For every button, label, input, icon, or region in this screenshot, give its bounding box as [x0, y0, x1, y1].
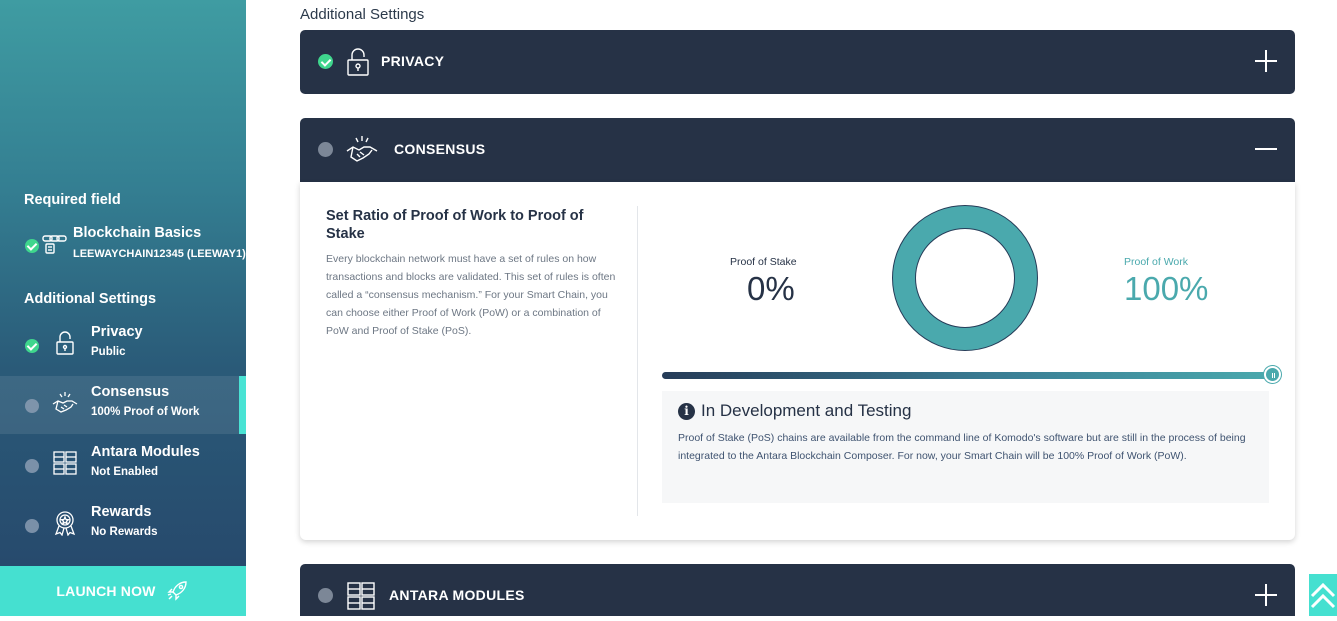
collapse-minus-icon[interactable]: [1255, 138, 1277, 160]
sidebar-item-title: Blockchain Basics: [73, 225, 202, 241]
proof-of-work-value: 100%: [1124, 270, 1209, 307]
info-box: i In Development and Testing Proof of St…: [662, 391, 1269, 503]
proof-of-stake-label: Proof of Stake: [730, 256, 797, 268]
pending-status-icon: [318, 142, 333, 157]
antara-modules-panel-header[interactable]: ANTARA MODULES: [300, 564, 1295, 616]
expand-plus-icon[interactable]: [1255, 50, 1277, 72]
expand-plus-icon[interactable]: [1255, 584, 1277, 606]
privacy-panel-header[interactable]: PRIVACY: [300, 30, 1295, 94]
info-icon: i: [678, 402, 695, 420]
padlock-icon: [52, 330, 78, 356]
page-title: Additional Settings: [300, 6, 425, 23]
consensus-panel-body: Set Ratio of Proof of Work to Proof of S…: [300, 182, 1295, 540]
ratio-slider-handle[interactable]: [1264, 366, 1281, 383]
padlock-icon: [342, 46, 374, 78]
consensus-panel-header[interactable]: CONSENSUS: [300, 118, 1295, 182]
pending-status-icon: [25, 519, 39, 533]
ratio-slider-track[interactable]: [662, 372, 1272, 379]
info-title: In Development and Testing: [701, 401, 912, 420]
pending-status-icon: [25, 459, 39, 473]
award-badge-icon: [52, 510, 78, 537]
proof-of-stake-value: 0%: [747, 270, 795, 307]
vertical-divider: [637, 206, 638, 516]
sidebar-item-subtitle: 100% Proof of Work: [91, 406, 200, 418]
handshake-icon: [52, 390, 78, 416]
ratio-donut-chart: [892, 205, 1038, 351]
antara-modules-panel-label: ANTARA MODULES: [389, 587, 525, 603]
rocket-icon: [166, 578, 190, 605]
double-chevron-up-icon: [1310, 582, 1336, 609]
sidebar-item-subtitle: No Rewards: [91, 526, 158, 538]
launch-now-button[interactable]: LAUNCH NOW: [0, 566, 246, 616]
info-text: Proof of Stake (PoS) chains are availabl…: [678, 432, 1246, 462]
sidebar-item-antara-modules[interactable]: Antara Modules Not Enabled: [0, 436, 246, 494]
modules-cubes-icon: [345, 580, 377, 612]
sidebar-item-subtitle: Not Enabled: [91, 466, 159, 478]
sidebar: Required field Blockchain Basics LEEWAYC…: [0, 0, 246, 616]
sidebar-item-subtitle: Public: [91, 346, 126, 358]
sidebar-item-blockchain-basics[interactable]: Blockchain Basics LEEWAYCHAIN12345 (LEEW…: [0, 218, 246, 276]
donut-pow-ring: [893, 206, 1037, 350]
sidebar-item-rewards[interactable]: Rewards No Rewards: [0, 496, 246, 554]
launch-now-label: LAUNCH NOW: [56, 583, 156, 599]
sidebar-item-title: Antara Modules: [91, 444, 200, 460]
consensus-panel-label: CONSENSUS: [394, 141, 486, 157]
sidebar-item-title: Consensus: [91, 384, 170, 400]
sidebar-item-consensus[interactable]: Consensus 100% Proof of Work: [0, 376, 246, 434]
proof-of-work-label: Proof of Work: [1124, 256, 1188, 268]
sidebar-item-title: Privacy: [91, 324, 143, 340]
handshake-icon: [346, 134, 378, 166]
sidebar-item-title: Rewards: [91, 504, 152, 520]
consensus-section-heading: Set Ratio of Proof of Work to Proof of S…: [326, 208, 584, 242]
required-field-heading: Required field: [24, 192, 121, 208]
additional-settings-heading: Additional Settings: [24, 291, 157, 307]
sidebar-item-privacy[interactable]: Privacy Public: [0, 316, 246, 374]
scroll-to-top-button[interactable]: [1309, 574, 1337, 616]
consensus-description: Every blockchain network must have a set…: [326, 253, 616, 337]
completed-check-icon: [318, 54, 333, 69]
completed-check-icon: [25, 239, 39, 253]
modules-cubes-icon: [52, 450, 78, 476]
completed-check-icon: [25, 339, 39, 353]
pending-status-icon: [25, 399, 39, 413]
privacy-panel-label: PRIVACY: [381, 53, 445, 69]
chain-links-icon: [42, 230, 68, 256]
pending-status-icon: [318, 588, 333, 603]
sidebar-item-subtitle: LEEWAYCHAIN12345 (LEEWAY1): [73, 248, 246, 260]
